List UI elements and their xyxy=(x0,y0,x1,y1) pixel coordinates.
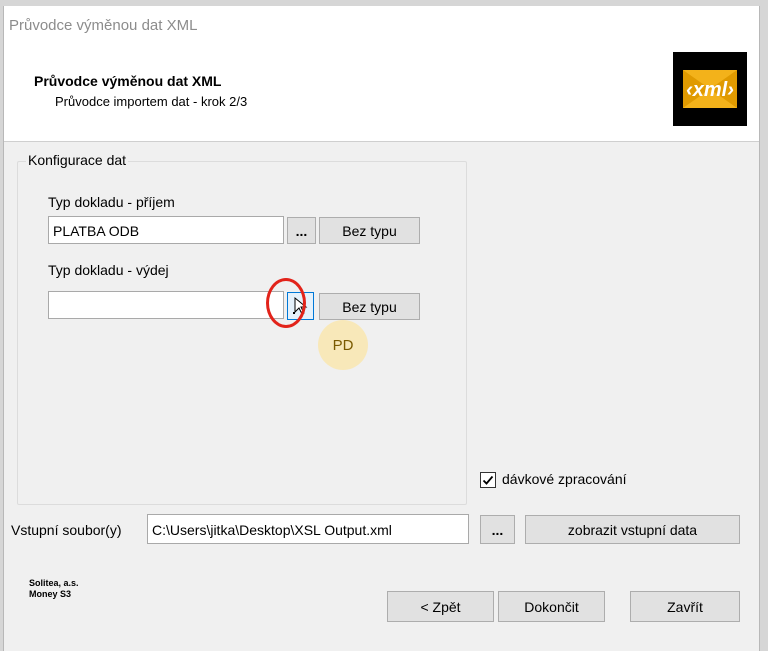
company-info: Solitea, a.s. Money S3 xyxy=(29,578,79,600)
product-name: Money S3 xyxy=(29,589,72,599)
income-no-type-button[interactable]: Bez typu xyxy=(319,217,420,244)
highlight-circle xyxy=(266,278,306,328)
input-file-label: Vstupní soubor(y) xyxy=(11,522,122,538)
cursor-initials: PD xyxy=(332,336,354,354)
company-name: Solitea, a.s. xyxy=(29,578,79,588)
checkmark-icon xyxy=(482,475,494,485)
cursor-highlight: PD xyxy=(318,320,368,370)
input-file-field[interactable]: C:\Users\jitka\Desktop\XSL Output.xml xyxy=(147,514,469,544)
logo-text: ‹xml› xyxy=(686,79,734,101)
title-bar: Průvodce výměnou dat XML xyxy=(4,6,759,44)
input-file-browse-button[interactable]: ... xyxy=(480,515,515,544)
income-type-field[interactable]: PLATBA ODB xyxy=(48,216,284,244)
wizard-title: Průvodce výměnou dat XML xyxy=(34,73,222,89)
finish-button[interactable]: Dokončit xyxy=(498,591,605,622)
wizard-window: Průvodce výměnou dat XML Průvodce výměno… xyxy=(3,6,760,651)
back-button[interactable]: < Zpět xyxy=(387,591,494,622)
wizard-header: Průvodce výměnou dat XML Průvodce import… xyxy=(4,44,759,142)
batch-processing-label[interactable]: dávkové zpracování xyxy=(502,471,627,487)
expense-type-field[interactable] xyxy=(48,291,284,319)
wizard-subtitle: Průvodce importem dat - krok 2/3 xyxy=(55,94,248,109)
batch-processing-checkbox[interactable] xyxy=(480,472,496,488)
income-type-browse-button[interactable]: ... xyxy=(287,217,316,244)
xml-logo-icon: ‹xml› xyxy=(673,52,747,126)
expense-type-label: Typ dokladu - výdej xyxy=(48,262,169,278)
income-type-label: Typ dokladu - příjem xyxy=(48,194,175,210)
close-button[interactable]: Zavřít xyxy=(630,591,740,622)
config-group: Konfigurace dat xyxy=(17,152,467,505)
window-title: Průvodce výměnou dat XML xyxy=(9,17,198,34)
expense-no-type-button[interactable]: Bez typu xyxy=(319,293,420,320)
config-group-label: Konfigurace dat xyxy=(26,152,129,168)
show-input-data-button[interactable]: zobrazit vstupní data xyxy=(525,515,740,544)
